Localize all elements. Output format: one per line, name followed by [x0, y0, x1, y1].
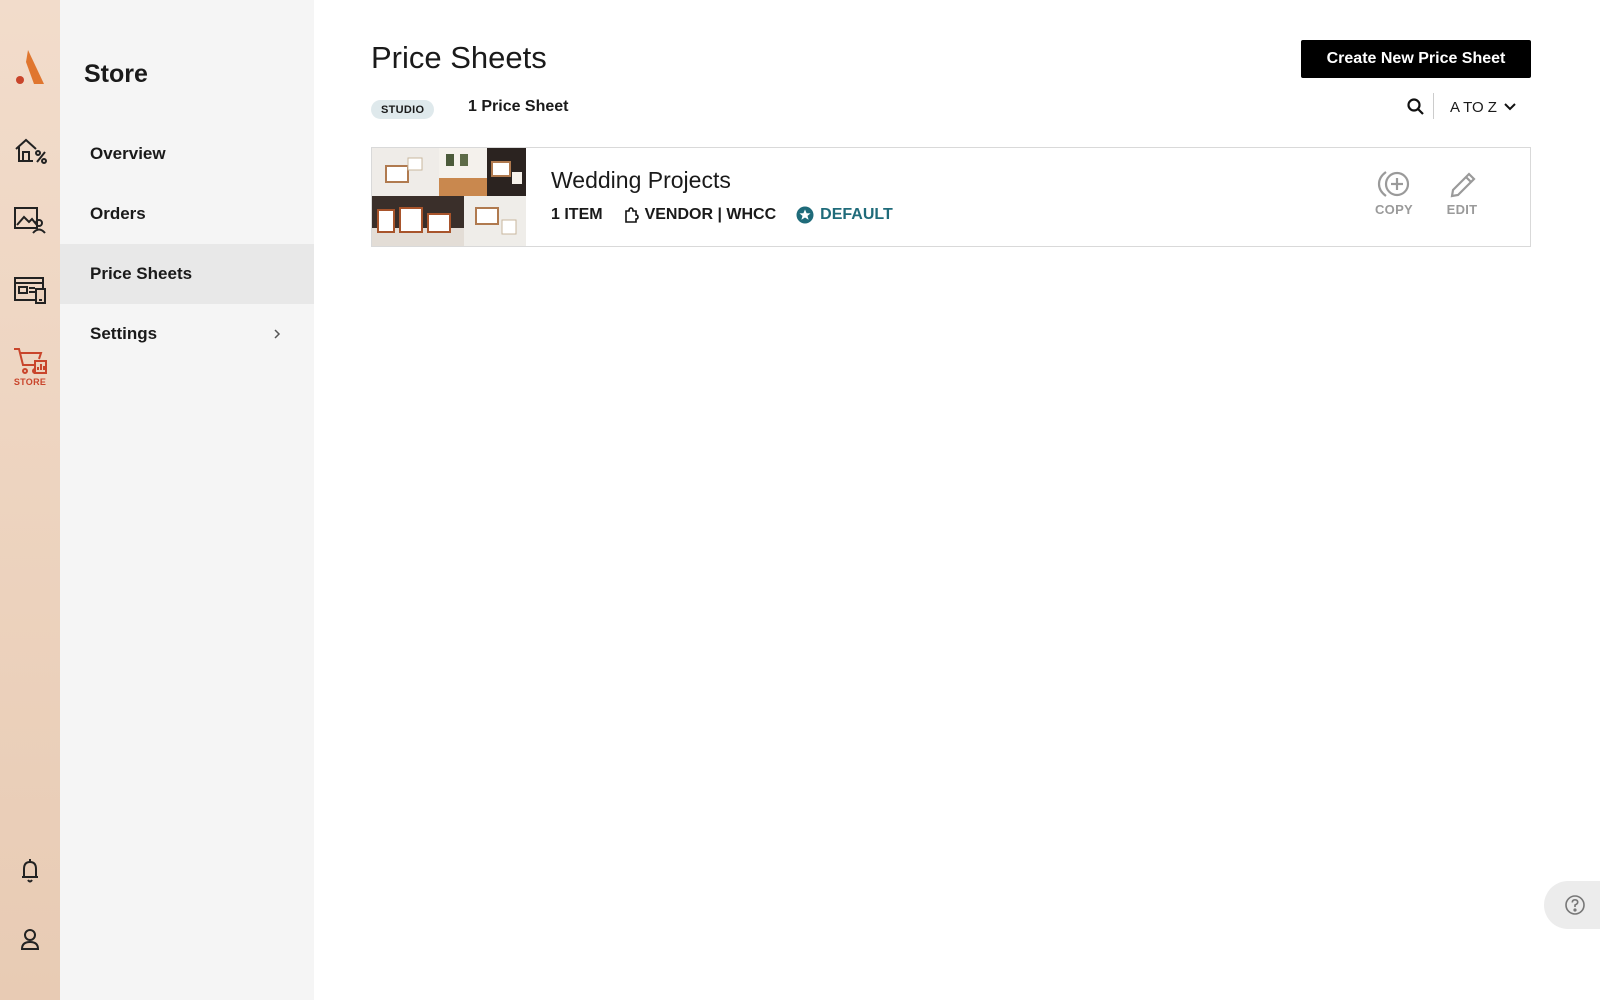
toolbar-divider: [1433, 93, 1434, 119]
sidebar-item-overview[interactable]: Overview: [60, 124, 314, 184]
rail-account-button[interactable]: [8, 918, 52, 962]
rail-notifications-button[interactable]: [8, 849, 52, 893]
user-icon: [20, 929, 40, 950]
item-count: 1 ITEM: [551, 206, 603, 223]
vendor-label: VENDOR | WHCC: [644, 206, 777, 223]
price-sheet-card[interactable]: Wedding Projects 1 ITEM VENDOR | WHCC DE…: [371, 147, 1531, 247]
copy-plus-icon: [1377, 171, 1410, 197]
chevron-down-icon: [1504, 103, 1516, 111]
price-sheet-count: 1 Price Sheet: [468, 98, 569, 115]
sidebar-item-settings[interactable]: Settings: [60, 304, 314, 364]
star-badge-icon: [796, 206, 814, 224]
store-sidebar: Store Overview Orders Price Sheets Setti…: [60, 0, 314, 1000]
puzzle-icon: [624, 207, 639, 223]
sidebar-item-label: Overview: [90, 144, 166, 163]
studio-badge: STUDIO: [371, 100, 435, 119]
page-title: Price Sheets: [371, 40, 547, 75]
help-icon: [1565, 895, 1585, 915]
sidebar-item-label: Settings: [90, 324, 158, 343]
vendor-info: VENDOR | WHCC: [623, 206, 777, 224]
sort-value: A TO Z: [1450, 98, 1497, 116]
copy-label: COPY: [1374, 202, 1414, 217]
price-sheet-meta: 1 ITEM VENDOR | WHCC DEFAULT: [551, 206, 893, 224]
sidebar-item-label: Orders: [90, 204, 146, 223]
bell-icon: [22, 859, 38, 883]
default-label: DEFAULT: [820, 206, 893, 223]
copy-button[interactable]: COPY: [1364, 168, 1424, 217]
create-price-sheet-button[interactable]: Create New Price Sheet: [1301, 40, 1531, 78]
edit-button[interactable]: EDIT: [1432, 168, 1492, 217]
icon-rail: STORE: [0, 0, 60, 1000]
rail-galleries-button[interactable]: [8, 198, 52, 242]
rail-home-button[interactable]: [8, 128, 52, 172]
home-discount-icon: [15, 138, 47, 164]
price-sheet-title: Wedding Projects: [551, 167, 731, 193]
rail-store-label: STORE: [13, 376, 47, 387]
brand-logo-icon[interactable]: [14, 48, 46, 88]
sidebar-item-orders[interactable]: Orders: [60, 184, 314, 244]
search-icon[interactable]: [1405, 96, 1427, 118]
rail-website-button[interactable]: [8, 268, 52, 312]
chevron-right-icon: [274, 329, 281, 339]
store-cart-icon: [14, 347, 47, 374]
help-button[interactable]: [1544, 881, 1600, 929]
sort-dropdown[interactable]: A TO Z: [1450, 96, 1517, 118]
gallery-client-icon: [14, 207, 46, 234]
price-sheet-thumbnail: [372, 148, 526, 246]
default-badge: DEFAULT: [796, 206, 893, 224]
sidebar-title: Store: [84, 60, 148, 88]
website-mobile-icon: [14, 277, 46, 304]
sidebar-item-price-sheets[interactable]: Price Sheets: [60, 244, 314, 304]
pencil-icon: [1450, 172, 1476, 198]
sidebar-item-label: Price Sheets: [90, 264, 193, 283]
rail-store-button[interactable]: STORE: [8, 342, 52, 390]
edit-label: EDIT: [1446, 202, 1478, 217]
